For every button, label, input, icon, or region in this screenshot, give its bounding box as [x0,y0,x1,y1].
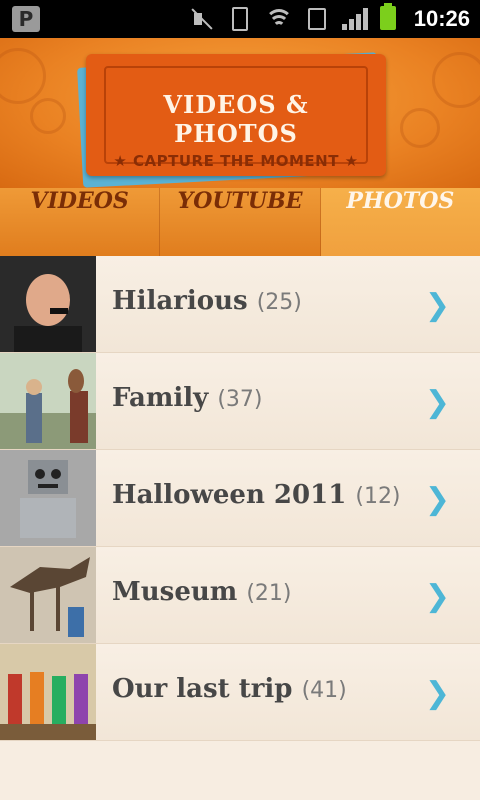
album-row-our-last-trip[interactable]: Our last trip (41) ❯ [0,644,480,741]
mute-icon [188,7,214,31]
ticket-logo: VIDEOS & PHOTOS ★ CAPTURE THE MOMENT ★ [86,54,386,176]
chevron-right-icon: ❯ [424,288,450,323]
status-bar: P 10:26 [0,0,480,38]
tab-youtube[interactable]: YOUTUBE [160,188,321,256]
album-count: (37) [217,387,263,412]
tab-bar: VIDEOS YOUTUBE PHOTOS [0,188,480,256]
decor-swirl [0,48,46,104]
clock: 10:26 [413,6,470,31]
album-row-halloween-2011[interactable]: Halloween 2011 (12) ❯ [0,450,480,547]
tab-photos[interactable]: PHOTOS [320,188,480,256]
album-label: Family (37) [112,383,263,413]
album-label: Our last trip (41) [112,674,347,704]
album-thumbnail [0,353,96,449]
album-row-museum[interactable]: Museum (21) ❯ [0,547,480,644]
wifi-icon [265,7,293,31]
header-subtitle: ★ CAPTURE THE MOMENT ★ [113,152,359,170]
album-count: (12) [355,484,401,509]
album-label: Museum (21) [112,577,292,607]
album-label: Halloween 2011 (12) [112,480,401,510]
signal-icon [342,8,368,30]
decor-swirl [30,98,66,134]
album-thumbnail [0,256,96,352]
battery-icon [380,3,396,30]
decor-swirl [400,108,440,148]
album-list: Hilarious (25) ❯ Family (37) ❯ Halloween… [0,256,480,741]
chevron-right-icon: ❯ [424,482,450,517]
chevron-right-icon: ❯ [424,676,450,711]
vibrate-icon [232,7,248,31]
album-count: (21) [246,581,292,606]
app-notification-icon: P [12,6,40,32]
album-row-family[interactable]: Family (37) ❯ [0,353,480,450]
chevron-right-icon: ❯ [424,385,450,420]
header-banner: VIDEOS & PHOTOS ★ CAPTURE THE MOMENT ★ [0,38,480,188]
chevron-right-icon: ❯ [424,579,450,614]
album-count: (25) [256,290,302,315]
album-row-hilarious[interactable]: Hilarious (25) ❯ [0,256,480,353]
decor-swirl [432,52,480,108]
album-thumbnail [0,644,96,740]
header-title: VIDEOS & PHOTOS [163,90,309,148]
album-thumbnail [0,450,96,546]
sim-icon [308,8,326,30]
album-thumbnail [0,547,96,643]
album-label: Hilarious (25) [112,286,302,316]
tab-videos[interactable]: VIDEOS [0,188,161,256]
album-count: (41) [301,678,347,703]
